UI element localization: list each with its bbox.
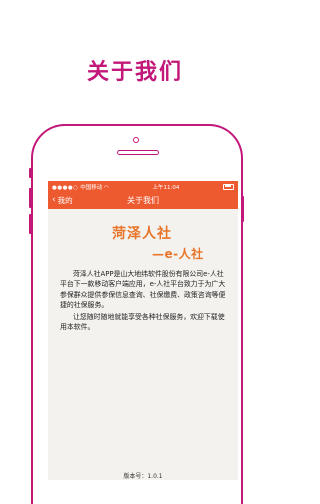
nav-bar: ‹ 我的 关于我们	[48, 192, 238, 209]
description-paragraph: 菏泽人社APP是山大地纬软件股份有限公司e-人社平台下一款移动客户端应用，e-人…	[60, 270, 226, 310]
volume-down-button	[29, 214, 32, 234]
signal-icon: ●●●●○	[52, 184, 79, 191]
camera-icon	[133, 137, 139, 143]
app-logo-subtitle: —e-人社	[152, 247, 204, 261]
status-bar: ●●●●○ 中国移动 ◠ 上午11:04	[48, 181, 238, 192]
battery-icon	[223, 183, 234, 190]
page-headline: 关于我们	[86, 60, 183, 85]
back-button[interactable]: ‹ 我的	[52, 192, 73, 209]
wifi-icon: ◠	[104, 184, 109, 191]
nav-title: 关于我们	[127, 196, 159, 205]
app-screen: ●●●●○ 中国移动 ◠ 上午11:04 ‹ 我的 关于我们 菏泽人社 —e-人…	[48, 181, 238, 480]
power-button	[241, 196, 244, 222]
app-logo-title: 菏泽人社	[112, 226, 172, 242]
about-description: 菏泽人社APP是山大地纬软件股份有限公司e-人社平台下一款移动客户端应用，e-人…	[60, 269, 228, 333]
version-label: 版本号：1.0.1	[123, 473, 163, 480]
chevron-left-icon: ‹	[52, 195, 56, 205]
mute-switch	[29, 168, 32, 178]
carrier-label: 中国移动	[80, 184, 103, 191]
description-paragraph: 让您随时随地就能享受各种社保服务，欢迎下载使用本软件。	[60, 312, 225, 332]
back-label: 我的	[57, 196, 73, 205]
volume-up-button	[29, 188, 32, 208]
speaker-grille	[117, 150, 159, 155]
status-time: 上午11:04	[152, 184, 180, 191]
